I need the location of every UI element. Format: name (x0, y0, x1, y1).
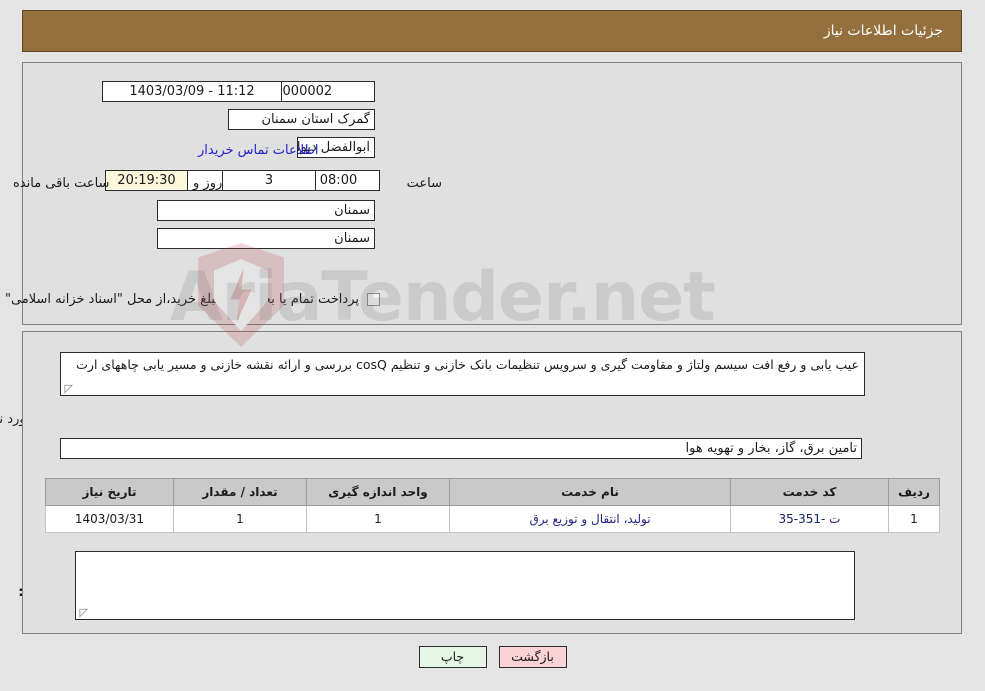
description-text: عیب یابی و رفع افت سیسم ولتاژ و مقاومت گ… (76, 357, 859, 372)
footer-actions: بازگشت چاپ (0, 646, 985, 668)
resize-grip-icon-notes[interactable]: ◸ (78, 607, 88, 618)
buyer-contact-link[interactable]: اطلاعات تماس خریدار (198, 143, 318, 158)
treasury-checkbox[interactable] (367, 293, 380, 306)
page-title: جزئیات اطلاعات نیاز (823, 23, 943, 39)
deadline-hour-label: ساعت (406, 176, 442, 191)
treasury-checkbox-row: پرداخت تمام یا بخشی از مبلغ خرید،از محل … (0, 292, 380, 307)
buyer-notes-textarea[interactable]: ◸ (75, 551, 855, 620)
table-row[interactable]: 1 ت -351-35 تولید، انتقال و توزیع برق 1 … (45, 505, 940, 533)
public-announce-field[interactable]: 11:12 - 1403/03/09 (102, 81, 282, 102)
remaining-days-label: روز و (193, 176, 223, 191)
city-field[interactable]: سمنان (157, 228, 375, 249)
column-header-unit: واحد اندازه گیری (306, 478, 450, 506)
cell-need-date: 1403/03/31 (45, 505, 174, 533)
table-header-row: ردیف کد خدمت نام خدمت واحد اندازه گیری ت… (45, 478, 940, 506)
cell-service-name: تولید، انتقال و توزیع برق (449, 505, 731, 533)
tender-detail-page: AriaTender.net جزئیات اطلاعات نیاز شماره… (0, 0, 985, 691)
page-header: جزئیات اطلاعات نیاز (22, 10, 962, 52)
treasury-checkbox-label: پرداخت تمام یا بخشی از مبلغ خرید،از محل … (0, 292, 359, 307)
return-button[interactable]: بازگشت (498, 646, 567, 668)
description-textarea[interactable]: عیب یابی و رفع افت سیسم ولتاژ و مقاومت گ… (60, 352, 865, 396)
cell-unit: 1 (306, 505, 450, 533)
remaining-time-label: ساعت باقی مانده (13, 176, 110, 191)
resize-grip-icon[interactable]: ◸ (63, 383, 73, 394)
service-items-table: ردیف کد خدمت نام خدمت واحد اندازه گیری ت… (45, 478, 940, 533)
column-header-row-no: ردیف (888, 478, 940, 506)
column-header-service-name: نام خدمت (449, 478, 731, 506)
province-field[interactable]: سمنان (157, 200, 375, 221)
column-header-service-code: کد خدمت (730, 478, 889, 506)
buyer-org-field[interactable]: گمرک استان سمنان (228, 109, 375, 130)
remaining-time-field: 20:19:30 (105, 170, 188, 191)
cell-quantity: 1 (173, 505, 307, 533)
cell-service-code: ت -351-35 (730, 505, 889, 533)
remaining-days-field[interactable]: 3 (222, 170, 316, 191)
column-header-need-date: تاریخ نیاز (45, 478, 174, 506)
print-button[interactable]: چاپ (418, 646, 487, 668)
cell-row-no: 1 (888, 505, 940, 533)
column-header-quantity: تعداد / مقدار (173, 478, 307, 506)
service-group-field[interactable]: تامین برق، گاز، بخار و تهویه هوا (60, 438, 862, 459)
